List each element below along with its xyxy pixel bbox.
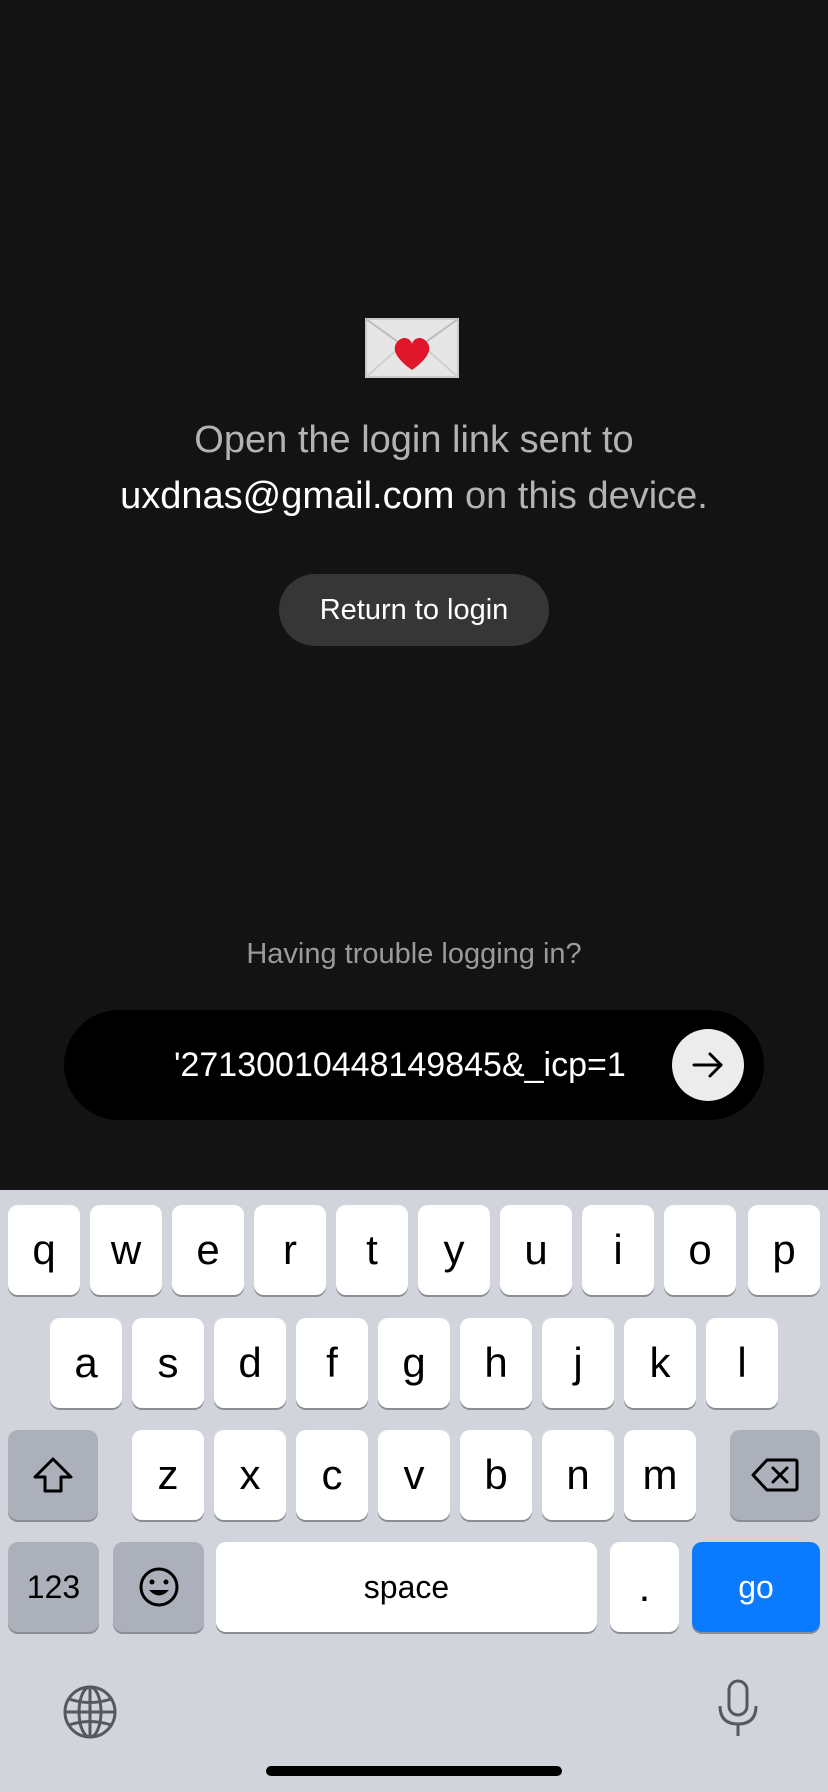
arrow-right-icon — [692, 1052, 723, 1078]
key-r[interactable]: r — [254, 1205, 326, 1295]
key-j[interactable]: j — [542, 1318, 614, 1408]
key-h[interactable]: h — [460, 1318, 532, 1408]
message-line-2: uxdnas@gmail.com on this device. — [0, 468, 828, 524]
key-i[interactable]: i — [582, 1205, 654, 1295]
key-y[interactable]: y — [418, 1205, 490, 1295]
return-to-login-button[interactable]: Return to login — [279, 574, 549, 646]
delete-key[interactable] — [730, 1430, 820, 1520]
shift-key[interactable] — [8, 1430, 98, 1520]
microphone-icon — [718, 1679, 758, 1736]
space-key[interactable]: space — [216, 1542, 597, 1632]
home-indicator[interactable] — [266, 1766, 562, 1776]
key-q[interactable]: q — [8, 1205, 80, 1295]
key-k[interactable]: k — [624, 1318, 696, 1408]
key-f[interactable]: f — [296, 1318, 368, 1408]
key-n[interactable]: n — [542, 1430, 614, 1520]
key-d[interactable]: d — [214, 1318, 286, 1408]
emoji-key[interactable] — [113, 1542, 204, 1632]
key-s[interactable]: s — [132, 1318, 204, 1408]
key-a[interactable]: a — [50, 1318, 122, 1408]
message-suffix: on this device. — [454, 475, 708, 517]
go-key[interactable]: go — [692, 1542, 820, 1632]
globe-icon — [63, 1685, 117, 1739]
key-x[interactable]: x — [214, 1430, 286, 1520]
url-input-value: '27130010448149845&_icp=1 — [174, 1046, 626, 1084]
url-input-field[interactable]: '27130010448149845&_icp=1 — [174, 1010, 716, 1120]
key-e[interactable]: e — [172, 1205, 244, 1295]
shift-icon — [33, 1457, 73, 1493]
submit-url-button[interactable] — [672, 1029, 744, 1101]
key-o[interactable]: o — [664, 1205, 736, 1295]
key-c[interactable]: c — [296, 1430, 368, 1520]
trouble-logging-in-link[interactable]: Having trouble logging in? — [0, 938, 828, 971]
key-z[interactable]: z — [132, 1430, 204, 1520]
login-link-screen: Open the login link sent to uxdnas@gmail… — [0, 0, 828, 1190]
globe-key[interactable] — [62, 1684, 118, 1740]
keyboard: q w e r t y u i o p a s d f g h j k l z … — [0, 1190, 828, 1792]
email-address: uxdnas@gmail.com — [120, 475, 455, 517]
delete-icon — [751, 1458, 799, 1492]
login-link-message: Open the login link sent to uxdnas@gmail… — [0, 412, 828, 524]
url-input-bar[interactable]: '27130010448149845&_icp=1 — [64, 1010, 764, 1120]
period-key[interactable]: . — [610, 1542, 679, 1632]
message-line-1: Open the login link sent to — [194, 419, 634, 461]
key-b[interactable]: b — [460, 1430, 532, 1520]
envelope-heart-icon — [365, 318, 459, 378]
emoji-icon — [139, 1567, 178, 1607]
key-u[interactable]: u — [500, 1205, 572, 1295]
numbers-key[interactable]: 123 — [8, 1542, 99, 1632]
key-v[interactable]: v — [378, 1430, 450, 1520]
key-m[interactable]: m — [624, 1430, 696, 1520]
dictation-key[interactable] — [714, 1678, 762, 1740]
key-l[interactable]: l — [706, 1318, 778, 1408]
key-w[interactable]: w — [90, 1205, 162, 1295]
key-p[interactable]: p — [748, 1205, 820, 1295]
key-g[interactable]: g — [378, 1318, 450, 1408]
key-t[interactable]: t — [336, 1205, 408, 1295]
